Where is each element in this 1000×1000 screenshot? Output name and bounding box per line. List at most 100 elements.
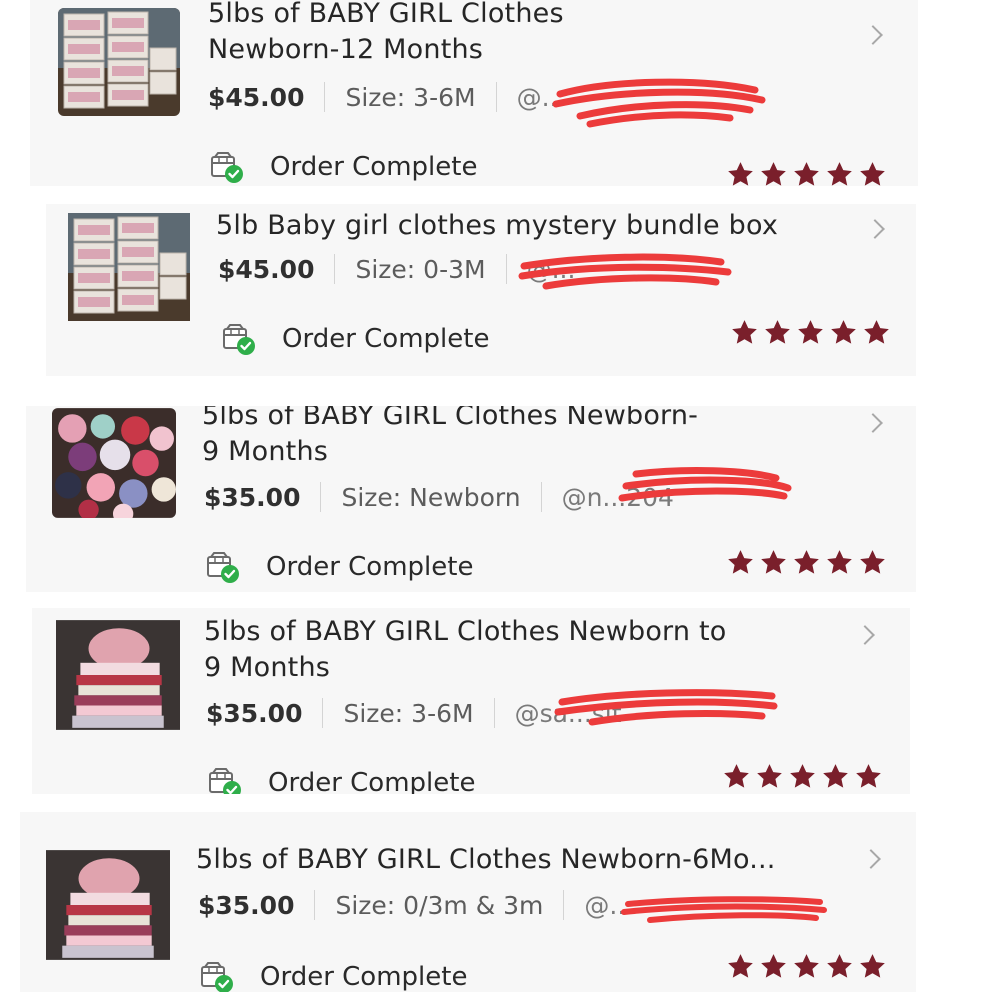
star-icon xyxy=(825,548,854,577)
product-title-line: 9 Months xyxy=(202,436,329,467)
order-card[interactable]: 5lbs of BABY GIRL Clothes Newborn- 9 Mon… xyxy=(26,406,916,592)
order-meta: $45.00 Size: 3-6M @... xyxy=(208,82,565,112)
box-check-icon xyxy=(206,550,240,584)
divider xyxy=(334,254,336,284)
product-title-line: 5lbs of BABY GIRL Clothes Newborn- xyxy=(202,406,699,431)
star-icon xyxy=(829,318,858,347)
seller-username[interactable]: @... xyxy=(527,255,576,284)
star-icon xyxy=(730,318,759,347)
status-label: Order Complete xyxy=(270,152,478,182)
star-icon xyxy=(788,762,817,791)
star-icon xyxy=(755,762,784,791)
product-thumbnail[interactable] xyxy=(58,8,180,116)
star-icon xyxy=(759,160,788,186)
seller-username[interactable]: @sa...sit xyxy=(515,699,622,728)
star-icon xyxy=(858,548,887,577)
order-status: Order Complete xyxy=(206,550,473,584)
star-icon xyxy=(726,160,755,186)
divider xyxy=(495,82,497,112)
order-card[interactable]: 5lbs of BABY GIRL Clothes Newborn-12 Mon… xyxy=(30,0,918,186)
star-icon xyxy=(821,762,850,791)
star-icon xyxy=(858,952,887,981)
rating-stars xyxy=(730,318,891,347)
product-thumbnail[interactable] xyxy=(52,408,176,518)
divider xyxy=(505,254,507,284)
product-title[interactable]: 5lb Baby girl clothes mystery bundle box xyxy=(216,208,778,244)
star-icon xyxy=(796,318,825,347)
size-label: Size: 0-3M xyxy=(355,254,486,284)
star-icon xyxy=(858,160,887,186)
product-title-line: 5lb Baby girl clothes mystery bundle box xyxy=(216,210,779,241)
seller-username[interactable]: @... xyxy=(517,83,566,112)
product-thumbnail[interactable] xyxy=(56,614,180,736)
product-title[interactable]: 5lbs of BABY GIRL Clothes Newborn- 9 Mon… xyxy=(202,406,698,470)
product-title-line: 5lbs of BABY GIRL Clothes xyxy=(208,0,564,29)
order-card[interactable]: 5lbs of BABY GIRL Clothes Newborn to 9 M… xyxy=(32,608,910,794)
seller-username[interactable]: @n...204 xyxy=(562,483,674,512)
product-title-line: 5lbs of BABY GIRL Clothes Newborn to xyxy=(204,616,727,647)
chevron-right-icon[interactable] xyxy=(861,849,881,869)
divider xyxy=(493,698,495,728)
seller-username[interactable]: @... xyxy=(584,891,633,920)
star-icon xyxy=(726,952,755,981)
order-status: Order Complete xyxy=(200,960,467,992)
chevron-right-icon[interactable] xyxy=(863,25,883,45)
chevron-right-icon[interactable] xyxy=(865,219,885,239)
star-icon xyxy=(825,160,854,186)
redaction-scribble xyxy=(552,78,766,128)
size-label: Size: 0/3m & 3m xyxy=(335,890,544,920)
star-icon xyxy=(726,548,755,577)
redaction-scribble xyxy=(621,896,827,923)
divider xyxy=(320,482,322,512)
divider xyxy=(322,698,324,728)
status-label: Order Complete xyxy=(268,768,476,794)
order-meta: $35.00 Size: Newborn @n...204 xyxy=(204,482,674,512)
chevron-right-icon[interactable] xyxy=(855,625,875,645)
star-icon xyxy=(825,952,854,981)
box-check-icon xyxy=(210,150,244,184)
divider xyxy=(540,482,542,512)
order-meta: $35.00 Size: 3-6M @sa...sit xyxy=(206,698,622,728)
rating-stars xyxy=(722,762,883,791)
rating-stars xyxy=(726,548,887,577)
divider xyxy=(314,890,316,920)
size-label: Size: 3-6M xyxy=(345,82,476,112)
product-title[interactable]: 5lbs of BABY GIRL Clothes Newborn-12 Mon… xyxy=(208,0,564,68)
price: $45.00 xyxy=(218,254,315,284)
size-label: Size: 3-6M xyxy=(343,698,474,728)
star-icon xyxy=(792,952,821,981)
star-icon xyxy=(792,548,821,577)
star-icon xyxy=(854,762,883,791)
star-icon xyxy=(722,762,751,791)
product-title[interactable]: 5lbs of BABY GIRL Clothes Newborn-6Mo... xyxy=(196,842,776,878)
rating-stars xyxy=(726,952,887,981)
product-title-line: 9 Months xyxy=(204,652,331,683)
status-label: Order Complete xyxy=(260,962,468,992)
order-card[interactable]: 5lbs of BABY GIRL Clothes Newborn-6Mo...… xyxy=(20,812,916,992)
order-meta: $35.00 Size: 0/3m & 3m @... xyxy=(198,890,633,920)
status-label: Order Complete xyxy=(282,324,490,354)
order-status: Order Complete xyxy=(210,150,477,184)
price: $35.00 xyxy=(204,482,301,512)
star-icon xyxy=(759,548,788,577)
box-check-icon xyxy=(200,960,234,992)
star-icon xyxy=(862,318,891,347)
product-thumbnail[interactable] xyxy=(46,842,170,968)
order-card[interactable]: 5lb Baby girl clothes mystery bundle box… xyxy=(46,204,916,376)
rating-stars xyxy=(726,160,887,186)
status-label: Order Complete xyxy=(266,552,474,582)
price: $35.00 xyxy=(206,698,303,728)
chevron-right-icon[interactable] xyxy=(863,413,883,433)
price: $45.00 xyxy=(208,82,305,112)
order-status: Order Complete xyxy=(208,766,475,794)
product-title-line: 5lbs of BABY GIRL Clothes Newborn-6Mo... xyxy=(196,844,776,875)
product-title-line: Newborn-12 Months xyxy=(208,34,484,65)
divider xyxy=(324,82,326,112)
product-thumbnail[interactable] xyxy=(68,206,190,328)
size-label: Size: Newborn xyxy=(341,482,521,512)
star-icon xyxy=(792,160,821,186)
product-title[interactable]: 5lbs of BABY GIRL Clothes Newborn to 9 M… xyxy=(204,614,726,686)
divider xyxy=(563,890,565,920)
star-icon xyxy=(763,318,792,347)
box-check-icon xyxy=(222,322,256,356)
